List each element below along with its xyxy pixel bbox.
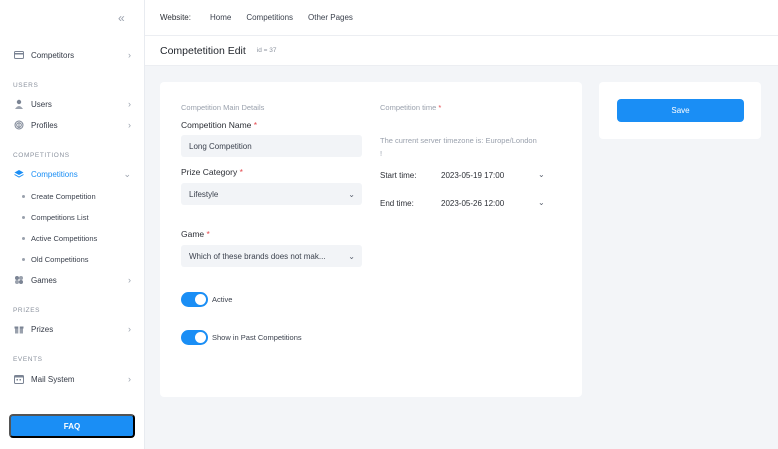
- sidebar-item-label: Games: [31, 275, 57, 285]
- toggle-knob: [195, 294, 206, 305]
- end-time-label: End time:: [380, 199, 414, 208]
- gamepad-icon: [14, 275, 24, 285]
- nav-link-other-pages[interactable]: Other Pages: [308, 13, 353, 22]
- id-tag: id = 37: [256, 47, 277, 54]
- start-time-label: Start time:: [380, 171, 417, 180]
- calendar-icon: [14, 374, 24, 384]
- bullet-icon: [22, 257, 25, 261]
- chevron-down-icon: ⌄: [348, 189, 355, 199]
- chevron-down-icon[interactable]: ⌄: [538, 170, 545, 179]
- select-value: Lifestyle: [189, 189, 219, 199]
- nav-link-competitions[interactable]: Competitions: [246, 13, 293, 22]
- label-text: Prize Category: [181, 167, 238, 177]
- start-time-value[interactable]: 2023-05-19 17:00: [441, 171, 504, 180]
- main-details-heading: Competition Main Details: [181, 103, 265, 112]
- sub-item-old-competitions[interactable]: Old Competitions: [0, 251, 145, 267]
- fingerprint-icon: [14, 120, 24, 130]
- chevron-down-icon[interactable]: ⌄: [538, 198, 545, 207]
- chevron-right-icon: ›: [128, 120, 131, 130]
- sub-item-label: Active Competitions: [31, 233, 98, 243]
- past-competitions-label: Show in Past Competitions: [212, 333, 302, 342]
- sidebar: « Competitors › USERS Users › Profiles ›…: [0, 0, 145, 449]
- competition-form-card: Competition Main Details Competition Nam…: [160, 82, 582, 397]
- timezone-note: The current server timezone is: Europe/L…: [380, 134, 570, 160]
- layers-icon: [14, 169, 24, 179]
- past-competitions-toggle[interactable]: [181, 330, 208, 345]
- chevron-right-icon: ›: [128, 324, 131, 334]
- save-button[interactable]: Save: [617, 99, 744, 122]
- chevron-right-icon: ›: [128, 275, 131, 285]
- sidebar-item-label: Users: [31, 99, 52, 109]
- prize-category-label: Prize Category *: [181, 167, 243, 177]
- chevron-right-icon: ›: [128, 374, 131, 384]
- chevron-right-icon: ›: [128, 99, 131, 109]
- card-icon: [14, 50, 24, 60]
- sub-item-label: Create Competition: [31, 191, 96, 201]
- page-title: Competetition Edit: [160, 44, 246, 57]
- competition-name-input[interactable]: Long Competition: [181, 135, 362, 157]
- input-value: Long Competition: [189, 141, 252, 151]
- sidebar-item-competitions[interactable]: Competitions ⌄: [0, 164, 145, 184]
- required-mark: *: [206, 229, 210, 239]
- collapse-sidebar-icon[interactable]: «: [118, 11, 125, 25]
- sidebar-item-prizes[interactable]: Prizes ›: [0, 319, 145, 339]
- required-mark: *: [239, 167, 243, 177]
- section-label-events: EVENTS: [13, 356, 43, 363]
- user-icon: [14, 99, 24, 109]
- sub-item-label: Old Competitions: [31, 254, 89, 264]
- competition-name-label: Competition Name *: [181, 120, 257, 130]
- sidebar-item-users[interactable]: Users ›: [0, 94, 145, 114]
- sub-item-create-competition[interactable]: Create Competition: [0, 188, 145, 204]
- label-text: Game: [181, 229, 205, 239]
- prize-category-select[interactable]: Lifestyle ⌄: [181, 183, 362, 205]
- chevron-down-icon: ⌄: [348, 251, 355, 261]
- sidebar-item-mail-system[interactable]: Mail System ›: [0, 369, 145, 389]
- nav-link-home[interactable]: Home: [210, 13, 231, 22]
- sidebar-item-label: Competitions: [31, 169, 78, 179]
- active-label: Active: [212, 295, 233, 304]
- sub-item-competitions-list[interactable]: Competitions List: [0, 209, 145, 225]
- select-value: Which of these brands does not mak...: [189, 251, 326, 261]
- sidebar-item-games[interactable]: Games ›: [0, 270, 145, 290]
- sub-item-label: Competitions List: [31, 212, 89, 222]
- bullet-icon: [22, 236, 25, 240]
- toggle-knob: [195, 332, 206, 343]
- page-header: Competetition Edit id = 37: [145, 36, 778, 66]
- sidebar-item-label: Competitors: [31, 50, 75, 60]
- sidebar-item-competitors[interactable]: Competitors ›: [0, 45, 145, 65]
- sidebar-item-label: Prizes: [31, 324, 54, 334]
- top-bar: Website: Home Competitions Other Pages: [145, 0, 778, 36]
- sidebar-item-label: Mail System: [31, 374, 75, 384]
- section-label-users: USERS: [13, 82, 39, 89]
- save-card: Save: [599, 82, 761, 139]
- note-end: !: [380, 149, 383, 158]
- game-label: Game *: [181, 229, 210, 239]
- label-text: Competition Name: [181, 120, 252, 130]
- website-label: Website:: [160, 13, 191, 22]
- required-mark: *: [253, 120, 258, 130]
- chevron-right-icon: ›: [128, 50, 131, 60]
- heading-text: Competition time: [380, 103, 437, 112]
- bullet-icon: [22, 215, 25, 219]
- note-text: The current server timezone is: Europe/L…: [380, 136, 537, 145]
- end-time-value[interactable]: 2023-05-26 12:00: [441, 199, 504, 208]
- sidebar-item-label: Profiles: [31, 120, 58, 130]
- game-select[interactable]: Which of these brands does not mak... ⌄: [181, 245, 362, 267]
- sub-item-active-competitions[interactable]: Active Competitions: [0, 230, 145, 246]
- faq-button[interactable]: FAQ: [9, 414, 135, 438]
- chevron-down-icon: ⌄: [123, 168, 131, 179]
- section-label-competitions: COMPETITIONS: [13, 152, 70, 159]
- active-toggle[interactable]: [181, 292, 208, 307]
- bullet-icon: [22, 194, 25, 198]
- competition-time-heading: Competition time *: [380, 103, 441, 112]
- required-mark: *: [438, 103, 442, 112]
- sidebar-item-profiles[interactable]: Profiles ›: [0, 115, 145, 135]
- gift-icon: [14, 324, 24, 334]
- section-label-prizes: PRIZES: [13, 307, 41, 314]
